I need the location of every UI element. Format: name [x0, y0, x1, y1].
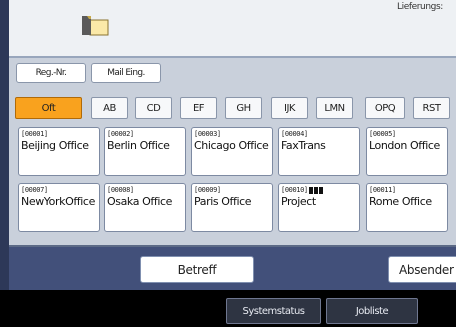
- destination-number: [00002]: [107, 130, 134, 138]
- destination-number: [00001]: [21, 130, 48, 138]
- destination-name: Project: [281, 195, 316, 208]
- destination-name: Rome Office: [369, 195, 432, 208]
- destination-button[interactable]: [00008] Osaka Office: [104, 183, 186, 232]
- destination-button[interactable]: [00009] Paris Office: [191, 183, 273, 232]
- tab-ef[interactable]: EF: [180, 97, 217, 119]
- destination-number: [00011]: [369, 186, 396, 194]
- destination-name: Paris Office: [194, 195, 252, 208]
- destination-button[interactable]: [00010] Project: [278, 183, 360, 232]
- destination-number: [00003]: [194, 130, 221, 138]
- destination-name: Berlin Office: [107, 139, 170, 152]
- tab-oft[interactable]: Oft: [15, 97, 82, 119]
- destination-name: Beijing Office: [21, 139, 89, 152]
- destination-button[interactable]: [00004] FaxTrans: [278, 127, 360, 176]
- tab-gh[interactable]: GH: [225, 97, 262, 119]
- tab-ab[interactable]: AB: [91, 97, 128, 119]
- left-edge: [0, 0, 9, 290]
- systemstatus-button[interactable]: Systemstatus: [226, 298, 321, 324]
- destination-number: [00005]: [369, 130, 396, 138]
- destination-button[interactable]: [00001] Beijing Office: [18, 127, 100, 176]
- destination-button[interactable]: [00011] Rome Office: [366, 183, 448, 232]
- destination-number: [00010]: [281, 185, 357, 195]
- betreff-button[interactable]: Betreff: [140, 256, 254, 283]
- reg-nr-button[interactable]: Reg.-Nr.: [16, 63, 86, 83]
- tab-lmn[interactable]: LMN: [316, 97, 353, 119]
- destination-button[interactable]: [00002] Berlin Office: [104, 127, 186, 176]
- tab-rst[interactable]: RST: [413, 97, 450, 119]
- destination-name: FaxTrans: [281, 139, 326, 152]
- group-icon: [308, 186, 323, 194]
- destination-name: NewYorkOffice: [21, 195, 95, 208]
- tab-ijk[interactable]: IJK: [271, 97, 308, 119]
- destination-field-area: Lieferungs:: [9, 0, 456, 58]
- destination-button[interactable]: [00007] NewYorkOffice: [18, 183, 100, 232]
- folder-label: Lieferungs:: [397, 2, 443, 12]
- destination-number: [00009]: [194, 186, 221, 194]
- destination-name: Chicago Office: [194, 139, 269, 152]
- destination-button[interactable]: [00003] Chicago Office: [191, 127, 273, 176]
- destination-number-text: [00010]: [281, 186, 308, 194]
- tab-cd[interactable]: CD: [135, 97, 172, 119]
- destination-number: [00004]: [281, 130, 308, 138]
- destination-button[interactable]: [00005] London Office: [366, 127, 448, 176]
- destination-name: Osaka Office: [107, 195, 173, 208]
- jobliste-button[interactable]: Jobliste: [326, 298, 418, 324]
- folder-icon: [82, 16, 109, 36]
- absender-button[interactable]: Absender: [388, 256, 456, 283]
- scanner-panel: Lieferungs: Reg.-Nr. Mail Eing. Oft AB C…: [0, 0, 456, 327]
- mail-eing-button[interactable]: Mail Eing.: [91, 63, 161, 83]
- destination-number: [00007]: [21, 186, 48, 194]
- destination-name: London Office: [369, 139, 440, 152]
- destination-number: [00008]: [107, 186, 134, 194]
- tab-opq[interactable]: OPQ: [365, 97, 405, 119]
